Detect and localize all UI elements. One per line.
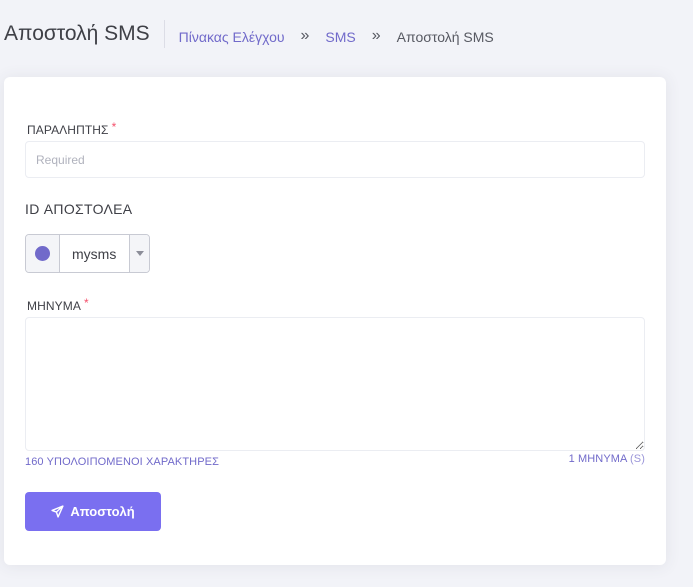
send-sms-card: ΠΑΡΑΛΗΠΤΗΣ* ID ΑΠΟΣΤΟΛΕΑ mysms ΜΗΝΥΜΑ* 1… bbox=[4, 77, 666, 565]
subheader: Αποστολή SMS Πίνακας Ελέγχου » SMS » Απο… bbox=[0, 0, 693, 76]
required-mark: * bbox=[83, 296, 89, 310]
message-label-text: ΜΗΝΥΜΑ bbox=[27, 299, 81, 313]
sender-id-select[interactable]: mysms bbox=[25, 234, 150, 273]
breadcrumb: Πίνακας Ελέγχου » SMS » Αποστολή SMS bbox=[179, 27, 494, 46]
breadcrumb-sms-link[interactable]: SMS bbox=[325, 29, 355, 45]
message-count: 1 ΜΗΝΥΜΑ (S) bbox=[569, 453, 645, 465]
recipient-label: ΠΑΡΑΛΗΠΤΗΣ * bbox=[27, 120, 117, 137]
caret-down-icon bbox=[135, 251, 144, 256]
breadcrumb-separator: » bbox=[371, 27, 381, 44]
sender-id-value[interactable]: mysms bbox=[60, 235, 129, 272]
breadcrumb-current: Αποστολή SMS bbox=[396, 29, 494, 45]
sender-id-label: ID ΑΠΟΣΤΟΛΕΑ bbox=[25, 201, 133, 217]
message-count-text: 1 ΜΗΝΥΜΑ bbox=[568, 453, 627, 465]
message-count-suffix: (S) bbox=[630, 453, 645, 465]
message-label: ΜΗΝΥΜΑ * bbox=[27, 296, 89, 313]
sender-radio-button[interactable] bbox=[26, 235, 60, 272]
required-mark: * bbox=[111, 120, 117, 134]
recipient-input[interactable] bbox=[25, 141, 645, 178]
breadcrumb-separator: » bbox=[300, 27, 310, 44]
recipient-label-text: ΠΑΡΑΛΗΠΤΗΣ bbox=[27, 123, 109, 137]
page-title: Αποστολή SMS bbox=[4, 20, 165, 48]
breadcrumb-dashboard-link[interactable]: Πίνακας Ελέγχου bbox=[179, 29, 285, 45]
message-textarea[interactable] bbox=[25, 317, 645, 451]
paper-plane-icon bbox=[51, 505, 64, 518]
dropdown-toggle[interactable] bbox=[129, 235, 149, 272]
radio-checked-icon bbox=[35, 246, 50, 261]
remaining-characters-counter: 160 ΥΠΟΛΟΙΠΟΜΕΝΟΙ ΧΑΡΑΚΤΗΡΕΣ bbox=[25, 456, 219, 468]
send-button-label: Αποστολή bbox=[70, 504, 135, 519]
send-button[interactable]: Αποστολή bbox=[25, 492, 161, 531]
